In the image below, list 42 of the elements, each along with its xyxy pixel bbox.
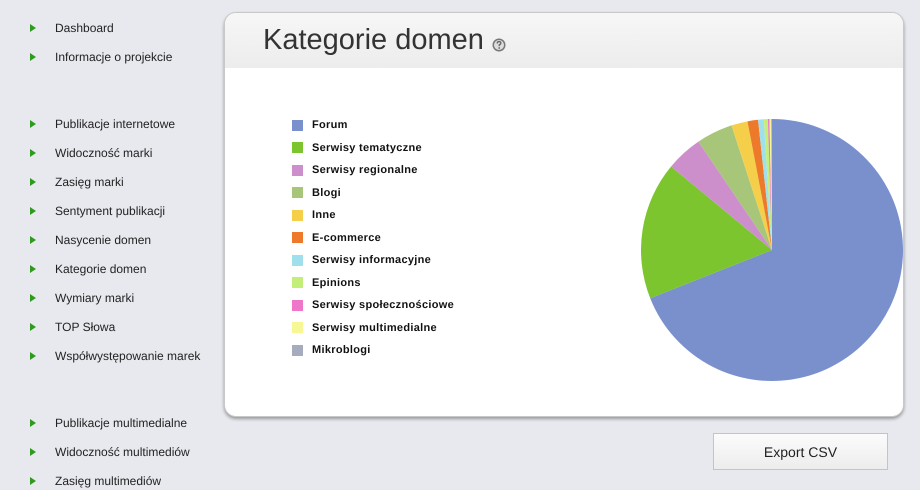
sidebar-link[interactable]: Wymiary marki xyxy=(30,283,134,312)
sidebar-link[interactable]: Publikacje internetowe xyxy=(30,109,176,138)
legend-label: Serwisy informacyjne xyxy=(312,254,432,266)
help-icon[interactable] xyxy=(492,38,506,52)
triangle-icon xyxy=(30,476,36,484)
triangle-icon xyxy=(30,264,36,272)
legend-label: Serwisy multimedialne xyxy=(312,322,437,334)
sidebar-link[interactable]: Współwystępowanie marek xyxy=(30,341,200,370)
triangle-icon xyxy=(30,236,36,244)
triangle-icon xyxy=(30,322,36,330)
triangle-icon xyxy=(30,148,36,156)
sidebar-link[interactable]: Nasycenie domen xyxy=(30,225,152,254)
legend-label: Serwisy regionalne xyxy=(312,164,418,176)
sidebar-link[interactable]: Widoczność multimediów xyxy=(30,437,190,466)
sidebar-link[interactable]: Widoczność marki xyxy=(30,138,152,167)
triangle-icon xyxy=(30,352,36,360)
triangle-icon xyxy=(30,24,36,32)
legend-label: Serwisy tematyczne xyxy=(312,142,422,154)
legend-label: Serwisy społecznościowe xyxy=(312,299,454,312)
sidebar-link[interactable]: Zasięg marki xyxy=(30,167,124,196)
legend-label: Forum xyxy=(312,119,348,132)
sidebar-link[interactable]: Publikacje multimedialne xyxy=(30,408,188,437)
triangle-icon xyxy=(30,294,36,302)
triangle-icon xyxy=(30,178,36,186)
legend-label: E-commerce xyxy=(312,232,382,244)
triangle-icon xyxy=(30,52,36,60)
sidebar-link[interactable]: Zasięg multimediów xyxy=(30,466,162,490)
legend-label: Mikroblogi xyxy=(312,344,371,356)
triangle-icon xyxy=(30,448,36,456)
triangle-icon xyxy=(30,206,36,214)
legend-label: Epinions xyxy=(312,276,361,289)
legend-label: Inne xyxy=(312,209,336,222)
legend-label: Blogi xyxy=(312,186,341,199)
sidebar-link[interactable]: Kategorie domen xyxy=(30,254,146,283)
sidebar-link[interactable]: Dashboard xyxy=(30,13,114,42)
triangle-icon xyxy=(30,418,36,426)
sidebar-link[interactable]: Informacje o projekcie xyxy=(30,42,172,71)
triangle-icon xyxy=(30,120,36,128)
panel-title: Kategorie domen xyxy=(263,24,484,57)
export-csv-button[interactable]: Export CSV xyxy=(713,433,888,470)
sidebar-link[interactable]: TOP Słowa xyxy=(30,312,116,341)
sidebar-link[interactable]: Sentyment publikacji xyxy=(30,196,166,225)
